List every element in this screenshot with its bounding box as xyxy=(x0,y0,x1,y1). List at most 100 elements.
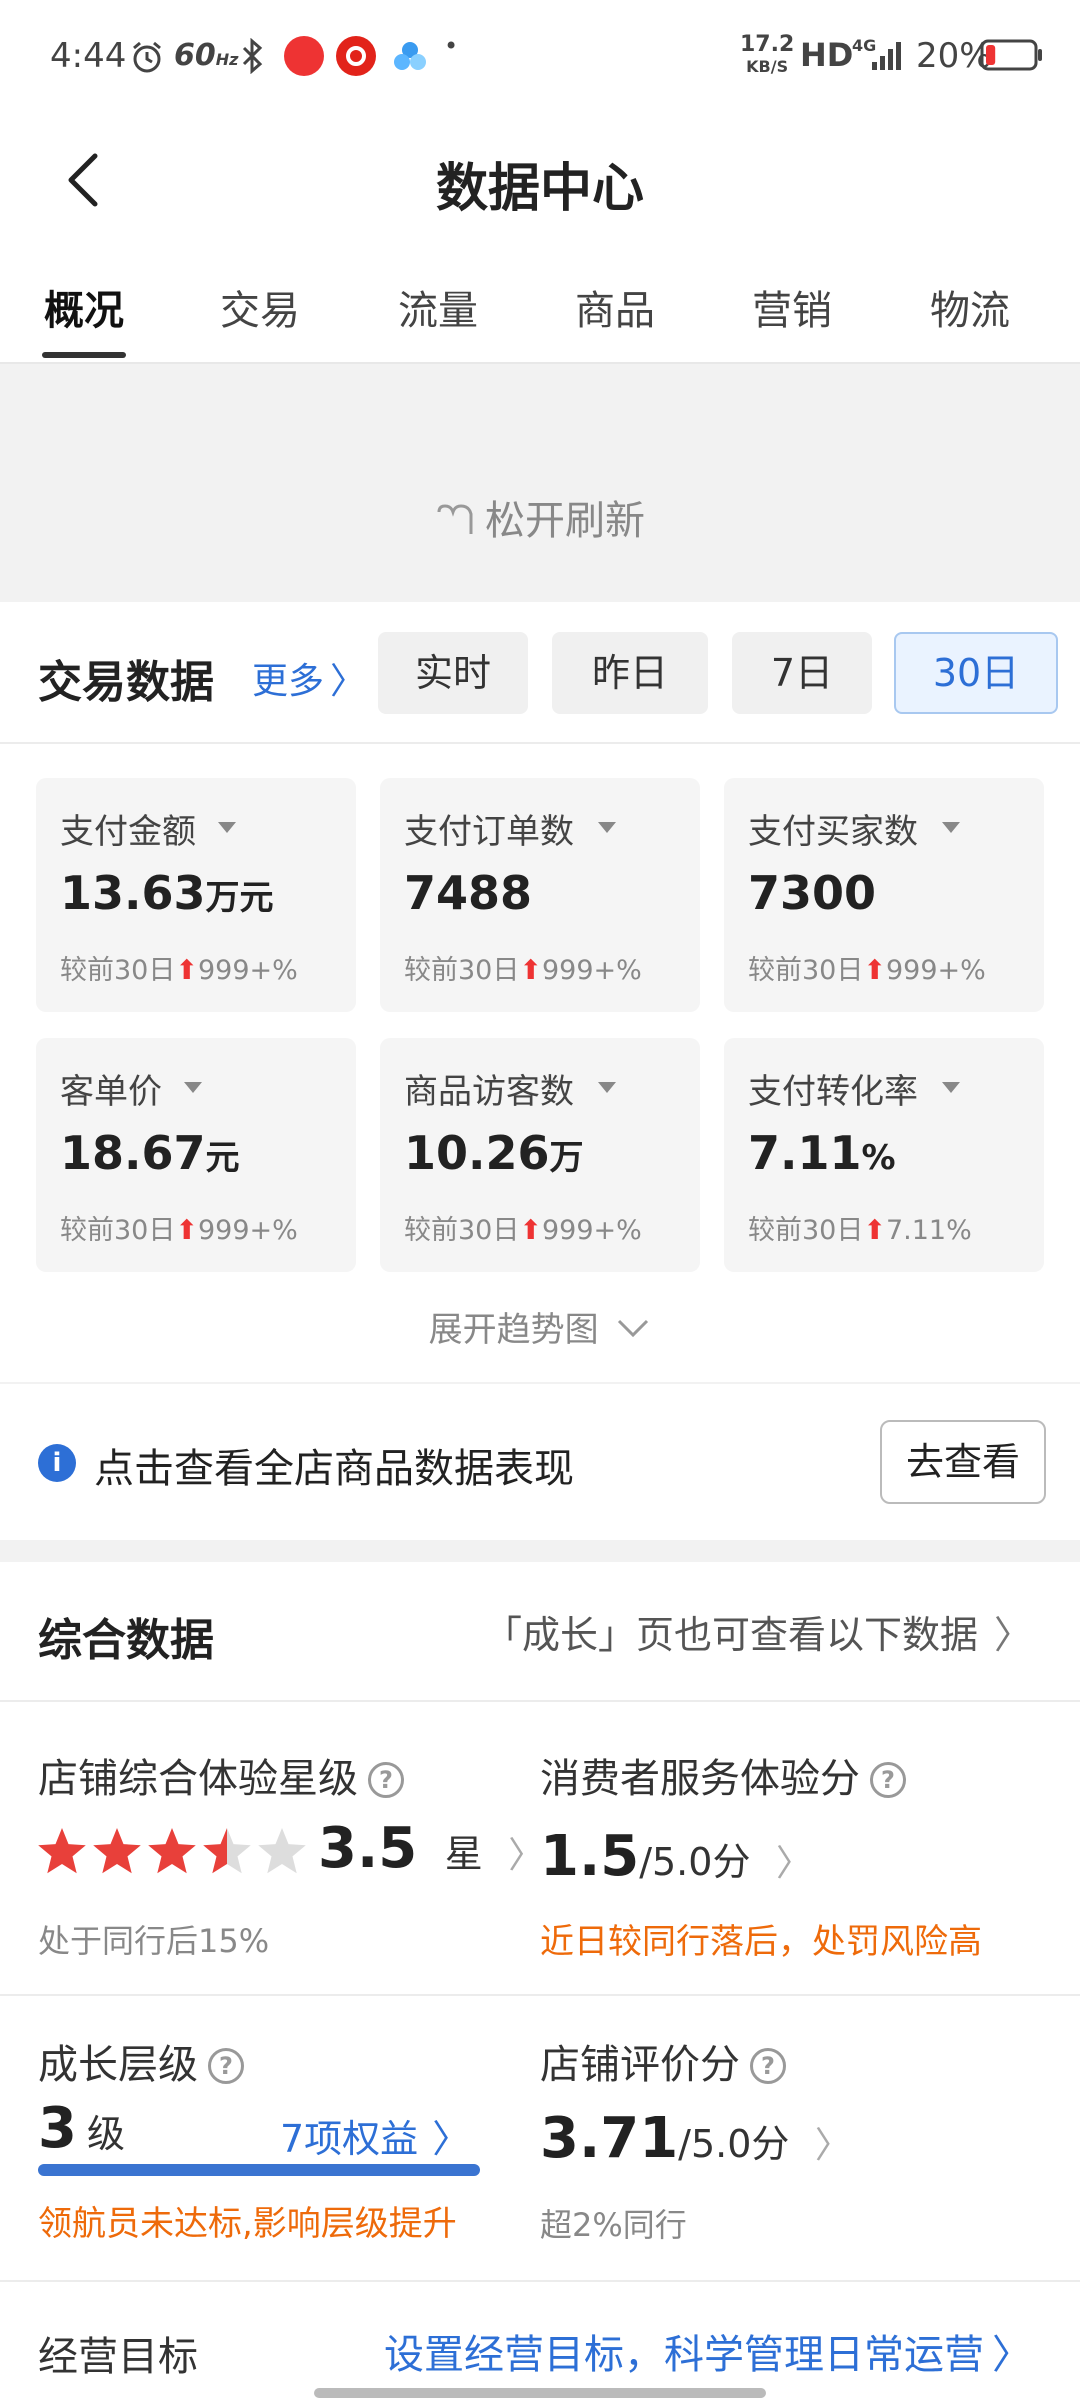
star-icon xyxy=(203,1828,251,1874)
metric-value: 7300 xyxy=(748,866,877,920)
status-time: 4:44 xyxy=(50,36,127,76)
metric-visitor-count[interactable]: 商品访客数 10.26万 较前30日⬆999+% xyxy=(380,1038,700,1272)
chevron-right-icon: 〉 xyxy=(993,1613,1032,1657)
alarm-icon xyxy=(133,41,161,73)
trade-more-link[interactable]: 更多〉 xyxy=(252,652,366,704)
metric-unit-price[interactable]: 客单价 18.67元 较前30日⬆999+% xyxy=(36,1038,356,1272)
chevron-right-icon: 〉 xyxy=(432,2117,471,2161)
business-goal-title: 经营目标 xyxy=(38,2334,198,2380)
arrow-up-icon: ⬆ xyxy=(863,1215,886,1246)
help-icon[interactable]: ? xyxy=(870,1762,906,1798)
metric-label: 支付买家数 xyxy=(748,812,918,852)
chevron-right-icon: 〉 xyxy=(775,1843,812,1884)
tab-overview[interactable]: 概况 xyxy=(24,278,144,336)
service-score-value[interactable]: 1.5/5.0分 〉 xyxy=(540,1824,812,1889)
nav-header: 数据中心 xyxy=(0,110,1080,240)
metric-pay-amount[interactable]: 支付金额 13.63万元 较前30日⬆999+% xyxy=(36,778,356,1012)
chevron-right-icon: 〉 xyxy=(508,1835,545,1876)
pull-refresh-area: 松开刷新 xyxy=(0,364,1080,602)
star-icon xyxy=(93,1828,141,1874)
help-icon[interactable]: ? xyxy=(750,2048,786,2084)
chevron-down-icon xyxy=(618,1319,649,1338)
arrow-up-icon: ⬆ xyxy=(175,1215,198,1246)
trade-section-title: 交易数据 xyxy=(38,657,214,708)
refresh-rate: 60Hz xyxy=(174,38,239,73)
trade-data-card: 交易数据 更多〉 实时 昨日 7日 30日 支付金额 13.63万元 较前30日… xyxy=(0,602,1080,1382)
metric-compare: 较前30日⬆999+% xyxy=(404,955,642,986)
help-icon[interactable]: ? xyxy=(208,2048,244,2084)
divider xyxy=(0,1700,1080,1702)
divider xyxy=(0,2280,1080,2282)
metric-label: 支付金额 xyxy=(60,812,196,852)
metric-value: 13.63万元 xyxy=(60,866,274,920)
status-dot: • xyxy=(444,32,459,60)
business-goal-link[interactable]: 设置经营目标，科学管理日常运营〉 xyxy=(384,2322,1032,2380)
period-yesterday[interactable]: 昨日 xyxy=(552,632,708,714)
chevron-right-icon: 〉 xyxy=(992,2332,1032,2378)
growth-page-link[interactable]: 「成长」页也可查看以下数据〉 xyxy=(484,1604,1032,1659)
service-score-title: 消费者服务体验分? xyxy=(540,1746,906,1804)
metric-conversion-rate[interactable]: 支付转化率 7.11% 较前30日⬆7.11% xyxy=(724,1038,1044,1272)
app-notification-icon xyxy=(284,36,324,76)
metric-label: 支付转化率 xyxy=(748,1072,918,1112)
store-rating-value[interactable]: 3.5 星 〉 xyxy=(318,1816,544,1881)
metric-label: 商品访客数 xyxy=(404,1072,574,1112)
caret-down-icon xyxy=(598,1082,616,1093)
metric-value: 7.11% xyxy=(748,1126,896,1180)
metric-label: 支付订单数 xyxy=(404,812,574,852)
divider xyxy=(0,1994,1080,1996)
comprehensive-section-title: 综合数据 xyxy=(38,1615,214,1666)
refresh-label: 松开刷新 xyxy=(0,488,1080,546)
period-7days[interactable]: 7日 xyxy=(732,632,872,714)
net-speed: 17.2 KB/S xyxy=(740,32,795,77)
refresh-heart-icon xyxy=(437,504,473,534)
arrow-up-icon: ⬆ xyxy=(519,1215,542,1246)
period-30days[interactable]: 30日 xyxy=(894,632,1058,714)
review-score-rank: 超2%同行 xyxy=(540,2206,687,2244)
caret-down-icon xyxy=(942,1082,960,1093)
tab-goods[interactable]: 商品 xyxy=(555,278,675,336)
store-rating-rank: 处于同行后15% xyxy=(38,1922,270,1960)
info-icon: i xyxy=(38,1444,76,1482)
arrow-up-icon: ⬆ xyxy=(519,955,542,986)
home-indicator[interactable] xyxy=(314,2388,766,2398)
bluetooth-icon xyxy=(242,38,263,74)
help-icon[interactable]: ? xyxy=(368,1762,404,1798)
arrow-up-icon: ⬆ xyxy=(863,955,886,986)
expand-trend-button[interactable]: 展开趋势图 xyxy=(0,1302,1080,1351)
view-button[interactable]: 去查看 xyxy=(880,1420,1046,1504)
metric-compare: 较前30日⬆999+% xyxy=(60,1215,298,1246)
star-icon xyxy=(38,1828,86,1874)
benefits-link[interactable]: 7项权益〉 xyxy=(280,2108,470,2163)
divider xyxy=(0,742,1080,744)
growth-level-title: 成长层级? xyxy=(38,2032,244,2090)
tip-text: 点击查看全店商品数据表现 xyxy=(94,1446,574,1492)
tab-bar: 概况 交易 流量 商品 营销 物流 xyxy=(0,240,1080,364)
tab-trade[interactable]: 交易 xyxy=(200,278,320,336)
metric-label: 客单价 xyxy=(60,1072,162,1112)
metric-value: 10.26万 xyxy=(404,1126,584,1180)
star-rating xyxy=(38,1828,306,1874)
star-icon xyxy=(148,1828,196,1874)
tab-active-indicator xyxy=(42,352,126,358)
metric-compare: 较前30日⬆999+% xyxy=(404,1215,642,1246)
metric-buyer-count[interactable]: 支付买家数 7300 较前30日⬆999+% xyxy=(724,778,1044,1012)
service-score-warning: 近日较同行落后，处罚风险高 xyxy=(540,1922,982,1962)
tab-marketing[interactable]: 营销 xyxy=(732,278,852,336)
hd-indicator: HD xyxy=(800,36,854,74)
goods-data-tip: i 点击查看全店商品数据表现 去查看 xyxy=(0,1384,1080,1540)
metric-value: 18.67元 xyxy=(60,1126,240,1180)
status-bar: 4:44 60Hz • 17.2 KB/S HD 4G 20% xyxy=(0,0,1080,110)
tab-traffic[interactable]: 流量 xyxy=(378,278,498,336)
review-score-value[interactable]: 3.71/5.0分 〉 xyxy=(540,2106,851,2171)
period-realtime[interactable]: 实时 xyxy=(378,632,528,714)
metric-compare: 较前30日⬆7.11% xyxy=(748,1215,972,1246)
battery-icon xyxy=(980,39,1042,71)
tab-logistics[interactable]: 物流 xyxy=(910,278,1030,336)
chevron-right-icon: 〉 xyxy=(330,661,367,702)
caret-down-icon xyxy=(942,822,960,833)
caret-down-icon xyxy=(218,822,236,833)
caret-down-icon xyxy=(184,1082,202,1093)
caret-down-icon xyxy=(598,822,616,833)
metric-order-count[interactable]: 支付订单数 7488 较前30日⬆999+% xyxy=(380,778,700,1012)
